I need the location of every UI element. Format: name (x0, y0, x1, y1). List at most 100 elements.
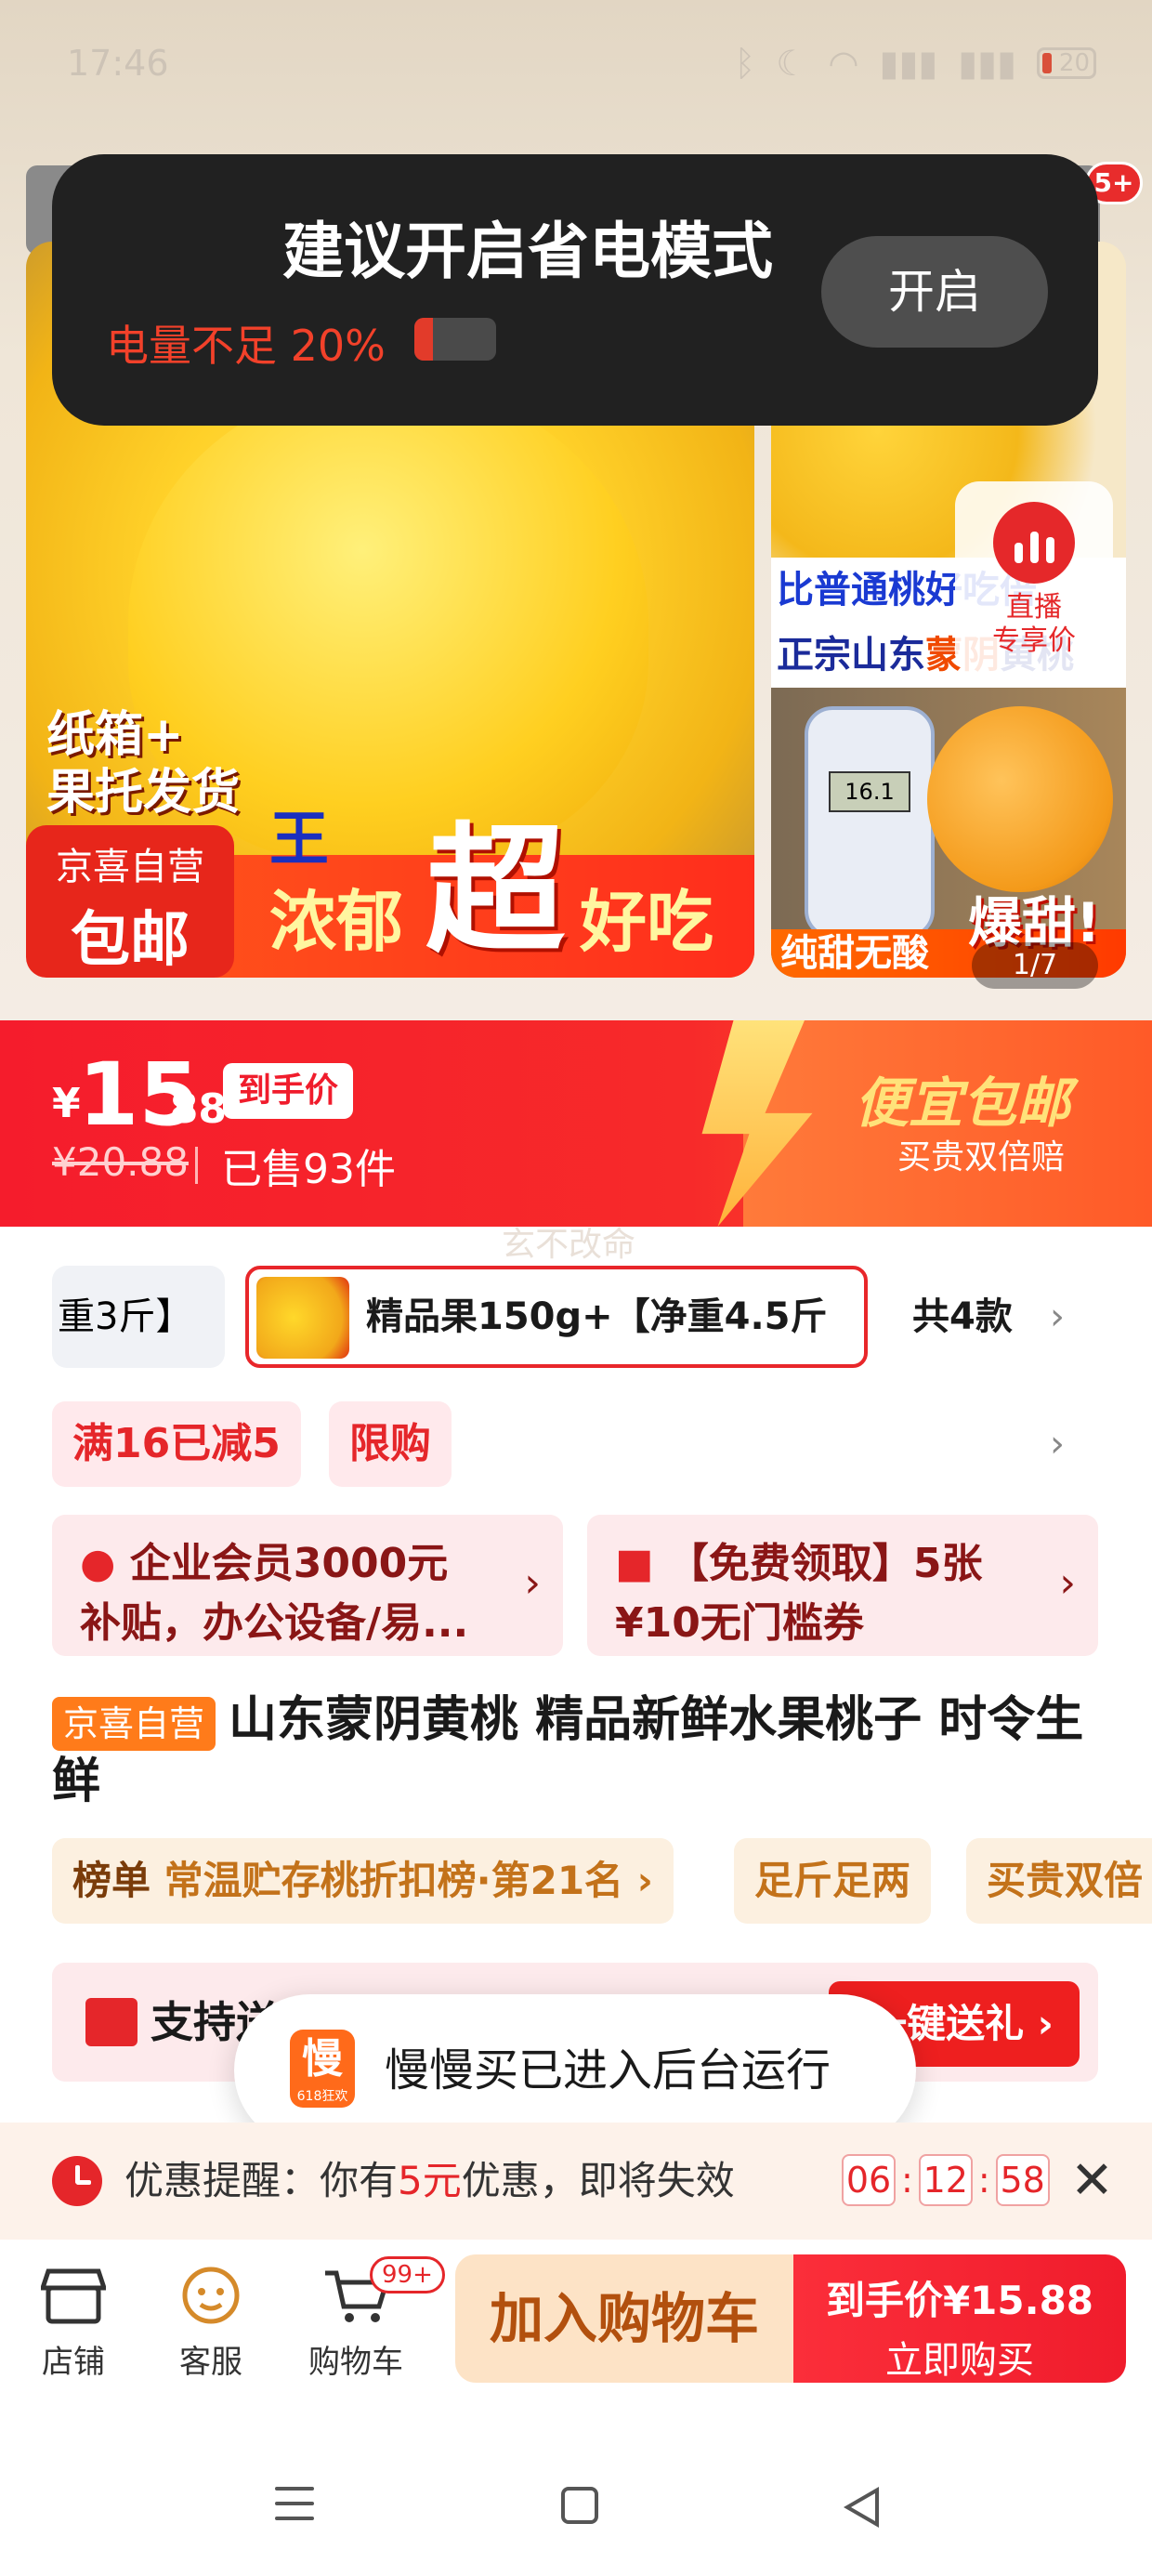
enable-power-saving-button[interactable]: 开启 (821, 236, 1048, 348)
variant-option-selected[interactable]: 精品果150g+【净重4.5斤 (245, 1266, 868, 1368)
toast-subtitle: 电量不足 20% (106, 321, 386, 371)
price-banner: ¥ 15 .88 到手价 ¥20.88 已售93件 便宜包邮 买贵双倍赔 (0, 1020, 1152, 1227)
final-price-tag: 到手价 (223, 1063, 354, 1119)
moon-icon: ☾ (776, 43, 808, 84)
gift-icon (85, 1998, 137, 2046)
reminder-text: 优惠提醒：你有5元优惠，即将失效 (124, 2123, 735, 2240)
meter-reading: 16.1 (829, 771, 910, 812)
timer-minutes: 12 (918, 2154, 973, 2206)
product-self-tag: 京喜自营 (52, 1697, 216, 1751)
chevron-right-icon: › (524, 1559, 541, 1607)
packaging-line2: 果托发货 (46, 765, 241, 821)
battery-icon: 20 (1037, 47, 1096, 79)
service-icon (178, 2266, 243, 2325)
bluetooth-icon: ᛒ (734, 43, 756, 84)
system-navigation-bar (0, 2416, 1152, 2576)
slogan-chao: 超 (425, 810, 566, 972)
promo-discount[interactable]: 满16已减5 (52, 1401, 301, 1487)
feature-chip-guarantee[interactable]: 买贵双倍 (966, 1838, 1152, 1924)
rank-head: 榜单 (72, 1858, 151, 1903)
timer-sep: : (901, 2160, 913, 2201)
bottom-action-bar: 店铺 客服 99+ 购物车 加入购物车 到手价¥15.88 立即购买 (0, 2240, 1152, 2407)
reminder-prefix: 优惠提醒：你有 (124, 2158, 399, 2203)
signal-icon: ▮▮▮ (879, 43, 938, 84)
price-divider (195, 1147, 198, 1184)
slogan-nongyu: 浓郁 (269, 883, 404, 961)
live-stream-button[interactable]: 直播 专享价 (955, 481, 1113, 677)
close-icon[interactable]: ✕ (1070, 2149, 1114, 2214)
brix-meter: 16.1 (805, 706, 935, 939)
cart-icon: 99+ (323, 2256, 445, 2325)
chevron-right-icon: › (1059, 1559, 1076, 1607)
slogan-haochi: 好吃 (580, 883, 714, 961)
coupon-free-line2: ¥10无门槛券 (615, 1599, 864, 1647)
watermark: 玄不改命 (502, 1226, 636, 1264)
timer-sep: : (977, 2160, 990, 2201)
rank-text: 常温贮存桃折扣榜·第21名 › (164, 1858, 653, 1903)
product-page: 17:46 ᛒ ☾ ◠ ▮▮▮ ▮▮▮ 20 5+ 纸箱+ 果托发货 王 浓郁 … (0, 0, 1152, 2576)
buy-now-label: 立即购买 (885, 2339, 1034, 2382)
coupon-free-title: 【免费领取】5张 (667, 1540, 983, 1587)
app-icon: 慢 618狂欢 (290, 2030, 355, 2108)
self-tag-line2: 包邮 (71, 906, 190, 975)
wifi-icon: ◠ (828, 43, 859, 84)
countdown-timer: 06 : 12 : 58 (842, 2154, 1050, 2206)
low-battery-icon (414, 318, 496, 361)
buy-price-label: 到手价¥15.88 (825, 2278, 1094, 2323)
original-price: ¥20.88 (52, 1139, 189, 1185)
status-icons: ᛒ ☾ ◠ ▮▮▮ ▮▮▮ 20 (734, 43, 1096, 84)
variant-thumbnail (256, 1277, 349, 1359)
timer-hours: 06 (842, 2154, 896, 2206)
signal-icon-2: ▮▮▮ (958, 43, 1016, 84)
feature-chip-weight[interactable]: 足斤足两 (734, 1838, 932, 1924)
buy-now-button[interactable]: 到手价¥15.88 立即购买 (793, 2254, 1126, 2383)
back-icon[interactable] (844, 2487, 879, 2528)
live-sublabel: 专享价 (992, 624, 1076, 657)
clock-icon (52, 2156, 102, 2206)
coupon-enterprise[interactable]: ● 企业会员3000元 补贴，办公设备/易... › (52, 1515, 563, 1656)
packaging-text: 纸箱+ 果托发货 (46, 706, 240, 821)
app-icon-sub: 618狂欢 (296, 2089, 348, 2104)
sold-count: 已售93件 (221, 1146, 396, 1193)
self-tag-line1: 京喜自营 (56, 846, 204, 888)
coupon-enterprise-line1: ● 企业会员3000元 (80, 1530, 448, 1589)
service-button[interactable]: 客服 (151, 2266, 271, 2382)
cart-button[interactable]: 99+ 购物车 (295, 2256, 445, 2382)
status-bar: 17:46 ᛒ ☾ ◠ ▮▮▮ ▮▮▮ 20 (0, 37, 1152, 102)
variant-label: 精品果150g+【净重4.5斤 (366, 1295, 828, 1338)
store-button[interactable]: 店铺 (13, 2266, 134, 2382)
cheap-shipping-label: 便宜包邮 (855, 1071, 1071, 1135)
service-label: 客服 (179, 2344, 242, 2381)
cut-peach-image (927, 706, 1113, 892)
reminder-amount: 5元 (398, 2158, 462, 2203)
promo-chevron-icon[interactable]: › (1050, 1401, 1065, 1487)
home-icon[interactable] (561, 2487, 598, 2524)
slogan-wang: 王 (269, 806, 329, 874)
rank-chip[interactable]: 榜单 常温贮存桃折扣榜·第21名 › (52, 1838, 674, 1924)
discount-reminder-bar: 优惠提醒：你有5元优惠，即将失效 06 : 12 : 58 ✕ (0, 2123, 1152, 2240)
side-caption-2a: 正宗山东 (777, 634, 925, 677)
self-operated-tag: 京喜自营 包邮 (26, 825, 234, 978)
recent-apps-icon[interactable] (275, 2487, 314, 2531)
price-decimal: .88 (154, 1085, 227, 1133)
power-saving-toast: 建议开启省电模式 电量不足 20% 开启 (52, 154, 1098, 426)
store-label: 店铺 (42, 2344, 105, 2381)
cart-badge: 99+ (370, 2256, 445, 2293)
coupon-free-line1: ■ 【免费领取】5张 (615, 1530, 983, 1589)
status-time: 17:46 (67, 43, 169, 84)
coupon-free[interactable]: ■ 【免费领取】5张 ¥10无门槛券 › (587, 1515, 1098, 1656)
variant-count[interactable]: 共4款 (912, 1266, 1013, 1368)
variant-option-prev[interactable]: 重3斤】 (52, 1266, 225, 1368)
coupon-enterprise-line2: 补贴，办公设备/易... (80, 1599, 469, 1647)
live-icon (993, 502, 1075, 584)
add-to-cart-button[interactable]: 加入购物车 (455, 2254, 793, 2383)
packaging-line1: 纸箱+ (46, 707, 184, 763)
price-currency: ¥ (52, 1080, 81, 1127)
variant-chevron-icon[interactable]: › (1050, 1266, 1065, 1368)
promo-limit[interactable]: 限购 (329, 1401, 452, 1487)
image-pager: 1/7 (972, 942, 1098, 989)
battery-level: 20 (1058, 49, 1090, 77)
price-guarantee: 买贵双倍赔 (897, 1138, 1066, 1176)
reminder-suffix: 优惠，即将失效 (461, 2158, 735, 2203)
store-icon (39, 2266, 108, 2325)
